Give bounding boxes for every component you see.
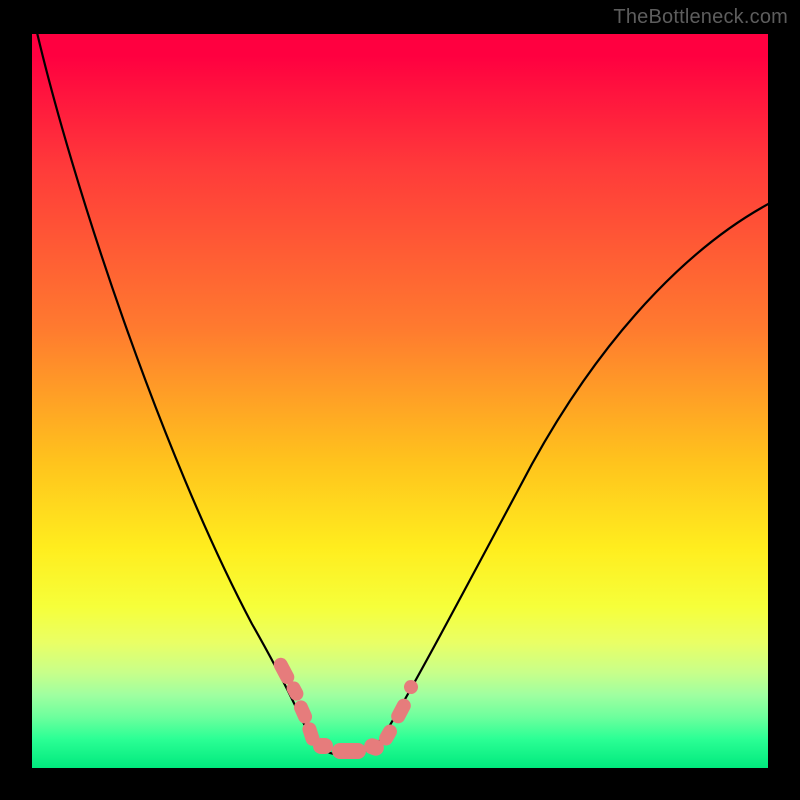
curve-marker — [389, 696, 414, 726]
curve-marker — [402, 678, 421, 697]
curve-marker — [313, 738, 333, 754]
curve-marker — [332, 743, 366, 759]
watermark-text: TheBottleneck.com — [613, 6, 788, 29]
marker-layer — [32, 34, 768, 768]
chart-frame — [32, 34, 768, 768]
